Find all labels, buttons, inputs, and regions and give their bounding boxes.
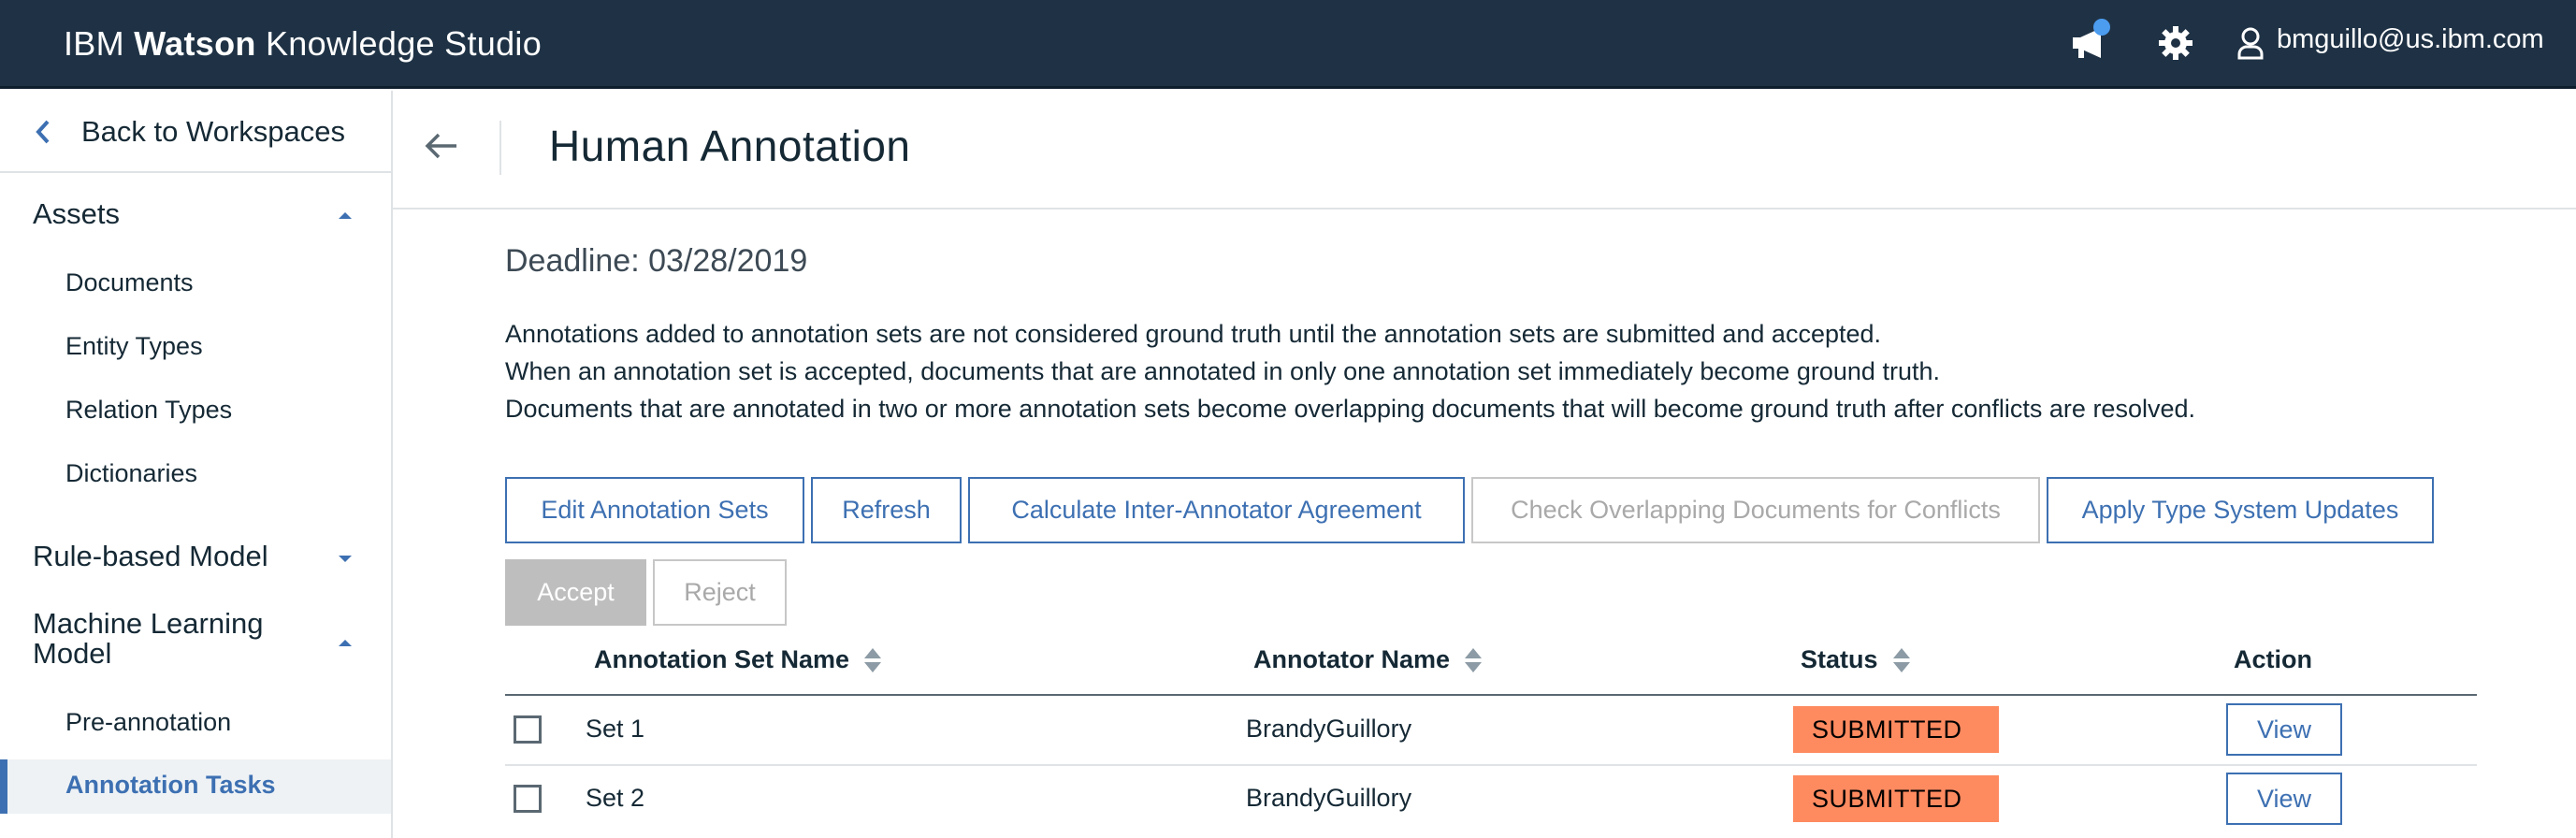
view-button[interactable]: View (2226, 703, 2342, 756)
sort-icon[interactable] (1465, 647, 1483, 673)
sidebar-item-annotation-tasks[interactable]: Annotation Tasks (0, 759, 391, 814)
header-divider (499, 121, 501, 175)
brand-suffix: Knowledge Studio (266, 24, 543, 63)
annotator-name-cell: BrandyGuillory (1246, 784, 1412, 812)
column-header-status[interactable]: Status (1801, 645, 1910, 674)
page-title: Human Annotation (549, 122, 911, 170)
brand-bold: Watson (134, 24, 256, 63)
sidebar-section-machine-learning-model[interactable]: Machine Learning Model (33, 609, 263, 669)
row-divider (505, 764, 2477, 766)
back-to-workspaces-label: Back to Workspaces (81, 115, 345, 148)
check-overlapping-button[interactable]: Check Overlapping Documents for Conflict… (1471, 477, 2040, 543)
column-header-label: Action (2234, 645, 2312, 673)
status-badge: SUBMITTED (1793, 775, 1999, 822)
description-line: When an annotation set is accepted, docu… (505, 357, 1940, 385)
row-checkbox[interactable] (514, 785, 542, 813)
reject-button[interactable]: Reject (653, 559, 787, 626)
set-name-cell: Set 1 (586, 715, 645, 743)
chevron-up-icon[interactable] (339, 640, 352, 646)
sidebar: Back to Workspaces Assets Documents Enti… (0, 91, 393, 838)
sidebar-section-rule-based-model[interactable]: Rule-based Model (33, 542, 268, 571)
column-header-label: Annotator Name (1253, 645, 1451, 673)
sidebar-item-entity-types[interactable]: Entity Types (65, 332, 203, 361)
edit-annotation-sets-button[interactable]: Edit Annotation Sets (505, 477, 804, 543)
row-checkbox[interactable] (514, 715, 542, 744)
notification-dot (2093, 19, 2110, 36)
sidebar-item-dictionaries[interactable]: Dictionaries (65, 459, 197, 488)
deadline-text: Deadline: 03/28/2019 (505, 243, 808, 279)
column-header-label: Status (1801, 645, 1878, 673)
set-name-cell: Set 2 (586, 784, 645, 812)
column-header-action: Action (2234, 645, 2312, 674)
view-button[interactable]: View (2226, 773, 2342, 825)
refresh-button[interactable]: Refresh (811, 477, 962, 543)
column-header-annotator-name[interactable]: Annotator Name (1253, 645, 1483, 674)
sort-icon[interactable] (1892, 647, 1910, 673)
megaphone-icon[interactable] (2067, 19, 2112, 65)
status-badge: SUBMITTED (1793, 706, 1999, 753)
gear-icon[interactable] (2153, 21, 2198, 65)
page-header: Human Annotation (393, 91, 2576, 210)
chevron-up-icon[interactable] (339, 212, 352, 219)
arrow-left-icon[interactable] (425, 132, 458, 165)
sidebar-item-relation-types[interactable]: Relation Types (65, 396, 232, 425)
accept-button[interactable]: Accept (505, 559, 646, 626)
description-line: Annotations added to annotation sets are… (505, 320, 1882, 348)
sidebar-item-label: Annotation Tasks (65, 771, 276, 799)
top-bar: IBM Watson Knowledge Studio bmguillo@us.… (0, 0, 2576, 89)
sidebar-section-assets[interactable]: Assets (33, 199, 120, 229)
sort-icon[interactable] (864, 647, 882, 673)
annotator-name-cell: BrandyGuillory (1246, 715, 1412, 743)
back-to-workspaces-link[interactable]: Back to Workspaces (0, 91, 391, 173)
column-header-label: Annotation Set Name (594, 645, 850, 673)
section-label-line2: Model (33, 637, 112, 670)
sidebar-item-documents[interactable]: Documents (65, 268, 194, 297)
app-brand[interactable]: IBM Watson Knowledge Studio (64, 24, 542, 64)
chevron-down-icon[interactable] (339, 556, 352, 562)
column-header-annotation-set-name[interactable]: Annotation Set Name (594, 645, 882, 674)
chevron-left-icon (34, 119, 52, 150)
table-header-divider (505, 694, 2477, 696)
section-label-line1: Machine Learning (33, 607, 264, 640)
description-line: Documents that are annotated in two or m… (505, 395, 2195, 423)
user-email[interactable]: bmguillo@us.ibm.com (2277, 24, 2544, 55)
calculate-iaa-button[interactable]: Calculate Inter-Annotator Agreement (968, 477, 1465, 543)
brand-prefix: IBM (64, 24, 124, 63)
sidebar-item-pre-annotation[interactable]: Pre-annotation (65, 708, 231, 737)
user-icon[interactable] (2228, 21, 2273, 65)
apply-type-system-button[interactable]: Apply Type System Updates (2047, 477, 2434, 543)
